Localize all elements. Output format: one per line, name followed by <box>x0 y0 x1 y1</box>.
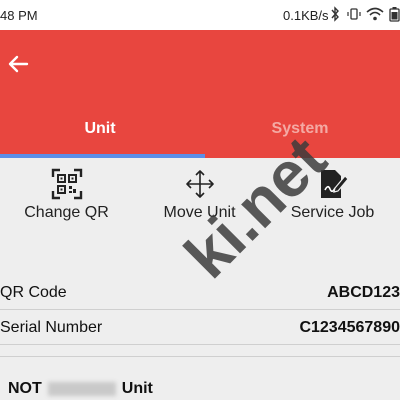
detail-row-qr-code: QR Code ABCD123 <box>0 276 400 310</box>
unit-status-prefix: NOT <box>8 380 42 397</box>
status-time: 48 PM <box>0 8 38 23</box>
vibrate-icon <box>347 8 361 20</box>
app-bar <box>0 30 400 100</box>
bluetooth-icon <box>331 6 339 22</box>
tab-unit-label: Unit <box>84 120 116 137</box>
service-job-button[interactable]: Service Job <box>266 158 399 250</box>
wifi-icon <box>366 7 384 21</box>
qr-scan-icon <box>51 168 82 200</box>
move-arrows-icon <box>185 170 214 198</box>
tab-system[interactable]: System <box>200 100 400 158</box>
battery-icon <box>389 7 400 22</box>
move-unit-label: Move Unit <box>163 204 236 221</box>
redacted-text <box>47 382 116 396</box>
detail-row-serial-number: Serial Number C1234567890 <box>0 311 400 345</box>
unit-status-suffix: Unit <box>121 380 153 397</box>
serial-number-value: C1234567890 <box>299 319 400 336</box>
tab-system-label: System <box>271 120 329 137</box>
section-divider <box>0 356 400 357</box>
serial-number-label: Serial Number <box>0 319 103 336</box>
unit-status: NOT Unit <box>8 380 153 398</box>
change-qr-label: Change QR <box>24 204 109 221</box>
change-qr-button[interactable]: Change QR <box>0 158 133 250</box>
qr-code-value: ABCD123 <box>327 284 400 301</box>
status-icons <box>328 6 400 22</box>
service-job-icon <box>320 170 349 198</box>
tab-unit[interactable]: Unit <box>0 100 200 158</box>
tab-bar: Unit System <box>0 100 400 158</box>
status-bar: 48 PM 0.1KB/s <box>0 0 400 30</box>
network-speed: 0.1KB/s <box>283 8 329 23</box>
arrow-left-icon <box>8 55 29 73</box>
back-button[interactable] <box>4 46 32 82</box>
service-job-label: Service Job <box>290 204 375 221</box>
move-unit-button[interactable]: Move Unit <box>133 158 266 250</box>
action-row: Change QR Move Unit Service Job <box>0 158 400 250</box>
qr-code-label: QR Code <box>0 284 67 301</box>
